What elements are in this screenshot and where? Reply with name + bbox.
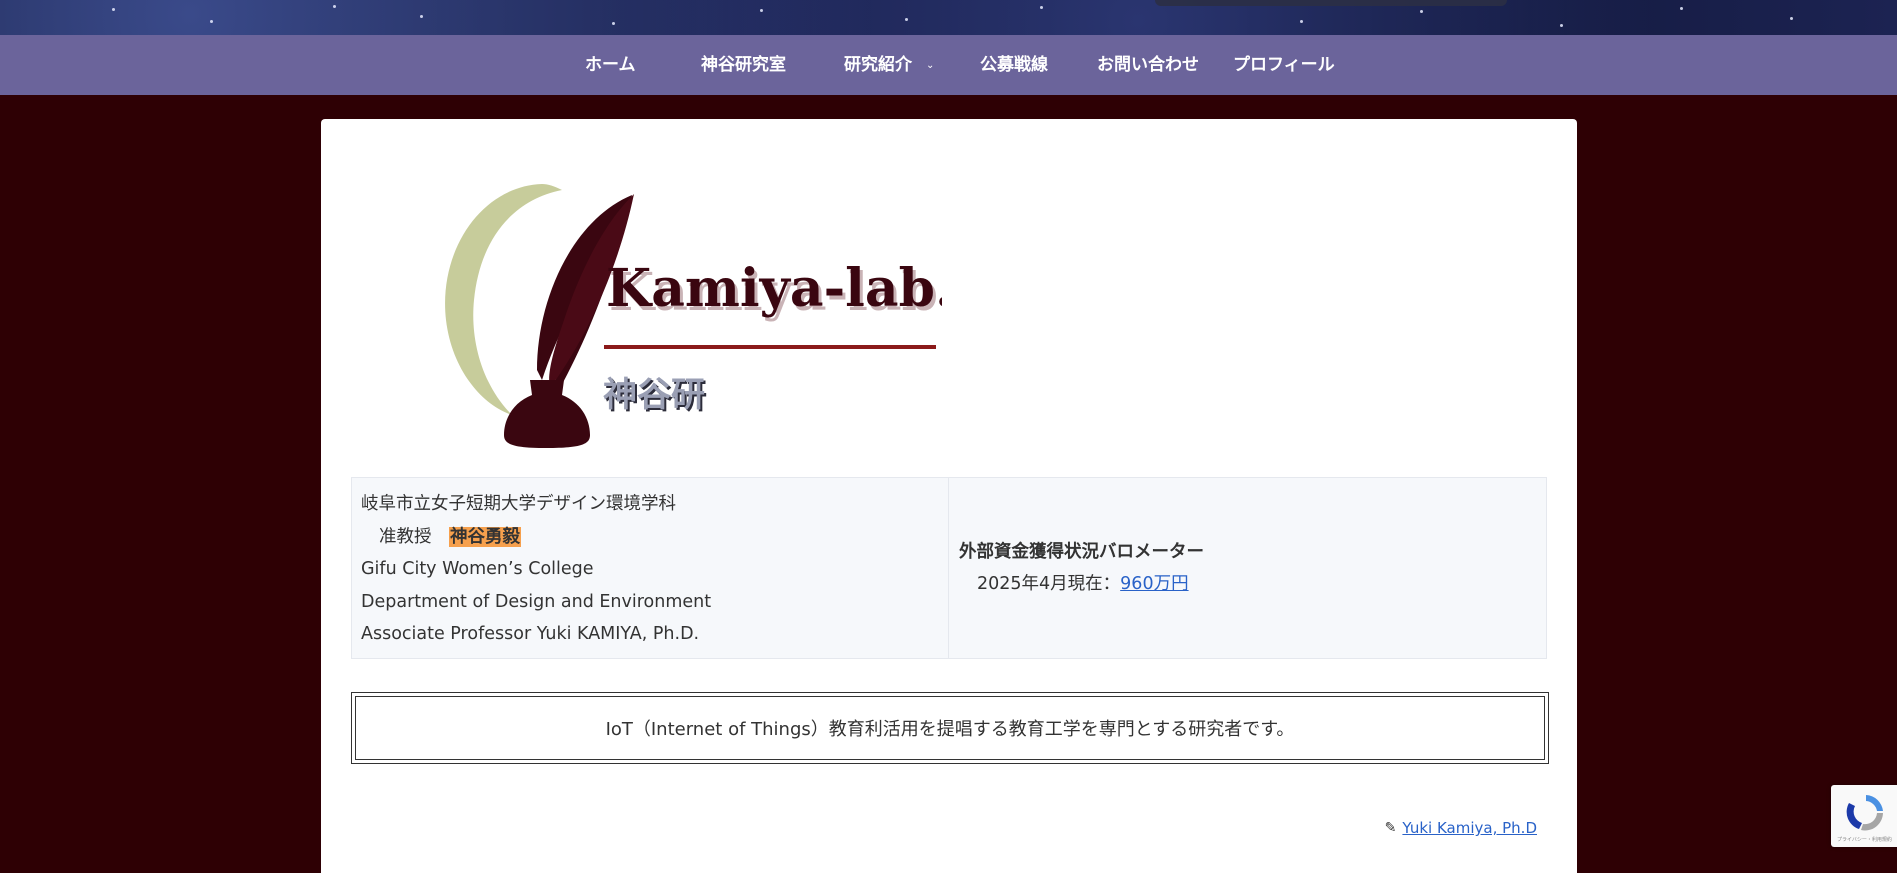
funding-date: 2025年4月現在：: [977, 574, 1121, 594]
nav-item-kamiya-lab[interactable]: 神谷研究室: [701, 35, 786, 95]
school-ja: 岐阜市立女子短期大学デザイン環境学科: [361, 494, 676, 514]
ink-bottle-shape: [504, 380, 590, 448]
site-logo: Kamiya-lab. Kamiya-lab. 神谷研 神谷研: [445, 184, 942, 448]
recaptcha-icon: [1846, 795, 1883, 831]
position-ja: 准教授: [379, 526, 432, 547]
funding-cell: 外部資金獲得状況バロメーター 2025年4月現在：960万円: [949, 478, 1546, 658]
nav-item-home[interactable]: ホーム: [585, 35, 636, 95]
profile-cell: 岐阜市立女子短期大学デザイン環境学科 准教授 神谷勇毅 Gifu City Wo…: [352, 478, 949, 658]
nav-item-koubo[interactable]: 公募戦線: [980, 35, 1048, 95]
lead-box: IoT（Internet of Things）教育利活用を提唱する教育工学を専門…: [351, 692, 1549, 764]
nav-item-research-label: 研究紹介: [844, 55, 912, 75]
funding-amount-link[interactable]: 960万円: [1120, 574, 1188, 594]
pencil-icon: ✎: [1384, 820, 1397, 836]
recaptcha-terms: プライバシー・利用規約: [1837, 837, 1892, 843]
global-nav: ホーム 神谷研究室 研究紹介 ⌄ 公募戦線 お問い合わせ プロフィール: [0, 35, 1897, 95]
position-line: 准教授 神谷勇毅: [361, 521, 939, 554]
department-en: Department of Design and Environment: [361, 591, 712, 612]
banner-search-bar[interactable]: [1155, 0, 1507, 6]
nav-item-profile[interactable]: プロフィール: [1233, 35, 1335, 95]
author-link[interactable]: Yuki Kamiya, Ph.D: [1402, 819, 1537, 837]
nav-item-research[interactable]: 研究紹介 ⌄: [844, 35, 934, 95]
logo-underline: [604, 345, 936, 349]
profile-table: 岐阜市立女子短期大学デザイン環境学科 准教授 神谷勇毅 Gifu City Wo…: [351, 477, 1547, 659]
logo-subtitle: 神谷研: [603, 375, 705, 415]
author-line: ✎ Yuki Kamiya, Ph.D: [1385, 819, 1537, 837]
lead-text: IoT（Internet of Things）教育利活用を提唱する教育工学を専門…: [355, 696, 1545, 760]
funding-heading: 外部資金獲得状況バロメーター: [959, 541, 1204, 562]
school-en: Gifu City Women’s College: [361, 559, 594, 579]
name-ja: 神谷勇毅: [449, 526, 521, 547]
header-banner: [0, 0, 1897, 35]
recaptcha-badge[interactable]: プライバシー・利用規約: [1831, 785, 1897, 847]
funding-line: 2025年4月現在：960万円: [959, 568, 1536, 601]
chevron-down-icon: ⌄: [926, 60, 935, 71]
position-en: Associate Professor Yuki KAMIYA, Ph.D.: [361, 624, 700, 644]
nav-item-contact[interactable]: お問い合わせ: [1097, 35, 1199, 95]
logo-title: Kamiya-lab.: [606, 258, 942, 319]
